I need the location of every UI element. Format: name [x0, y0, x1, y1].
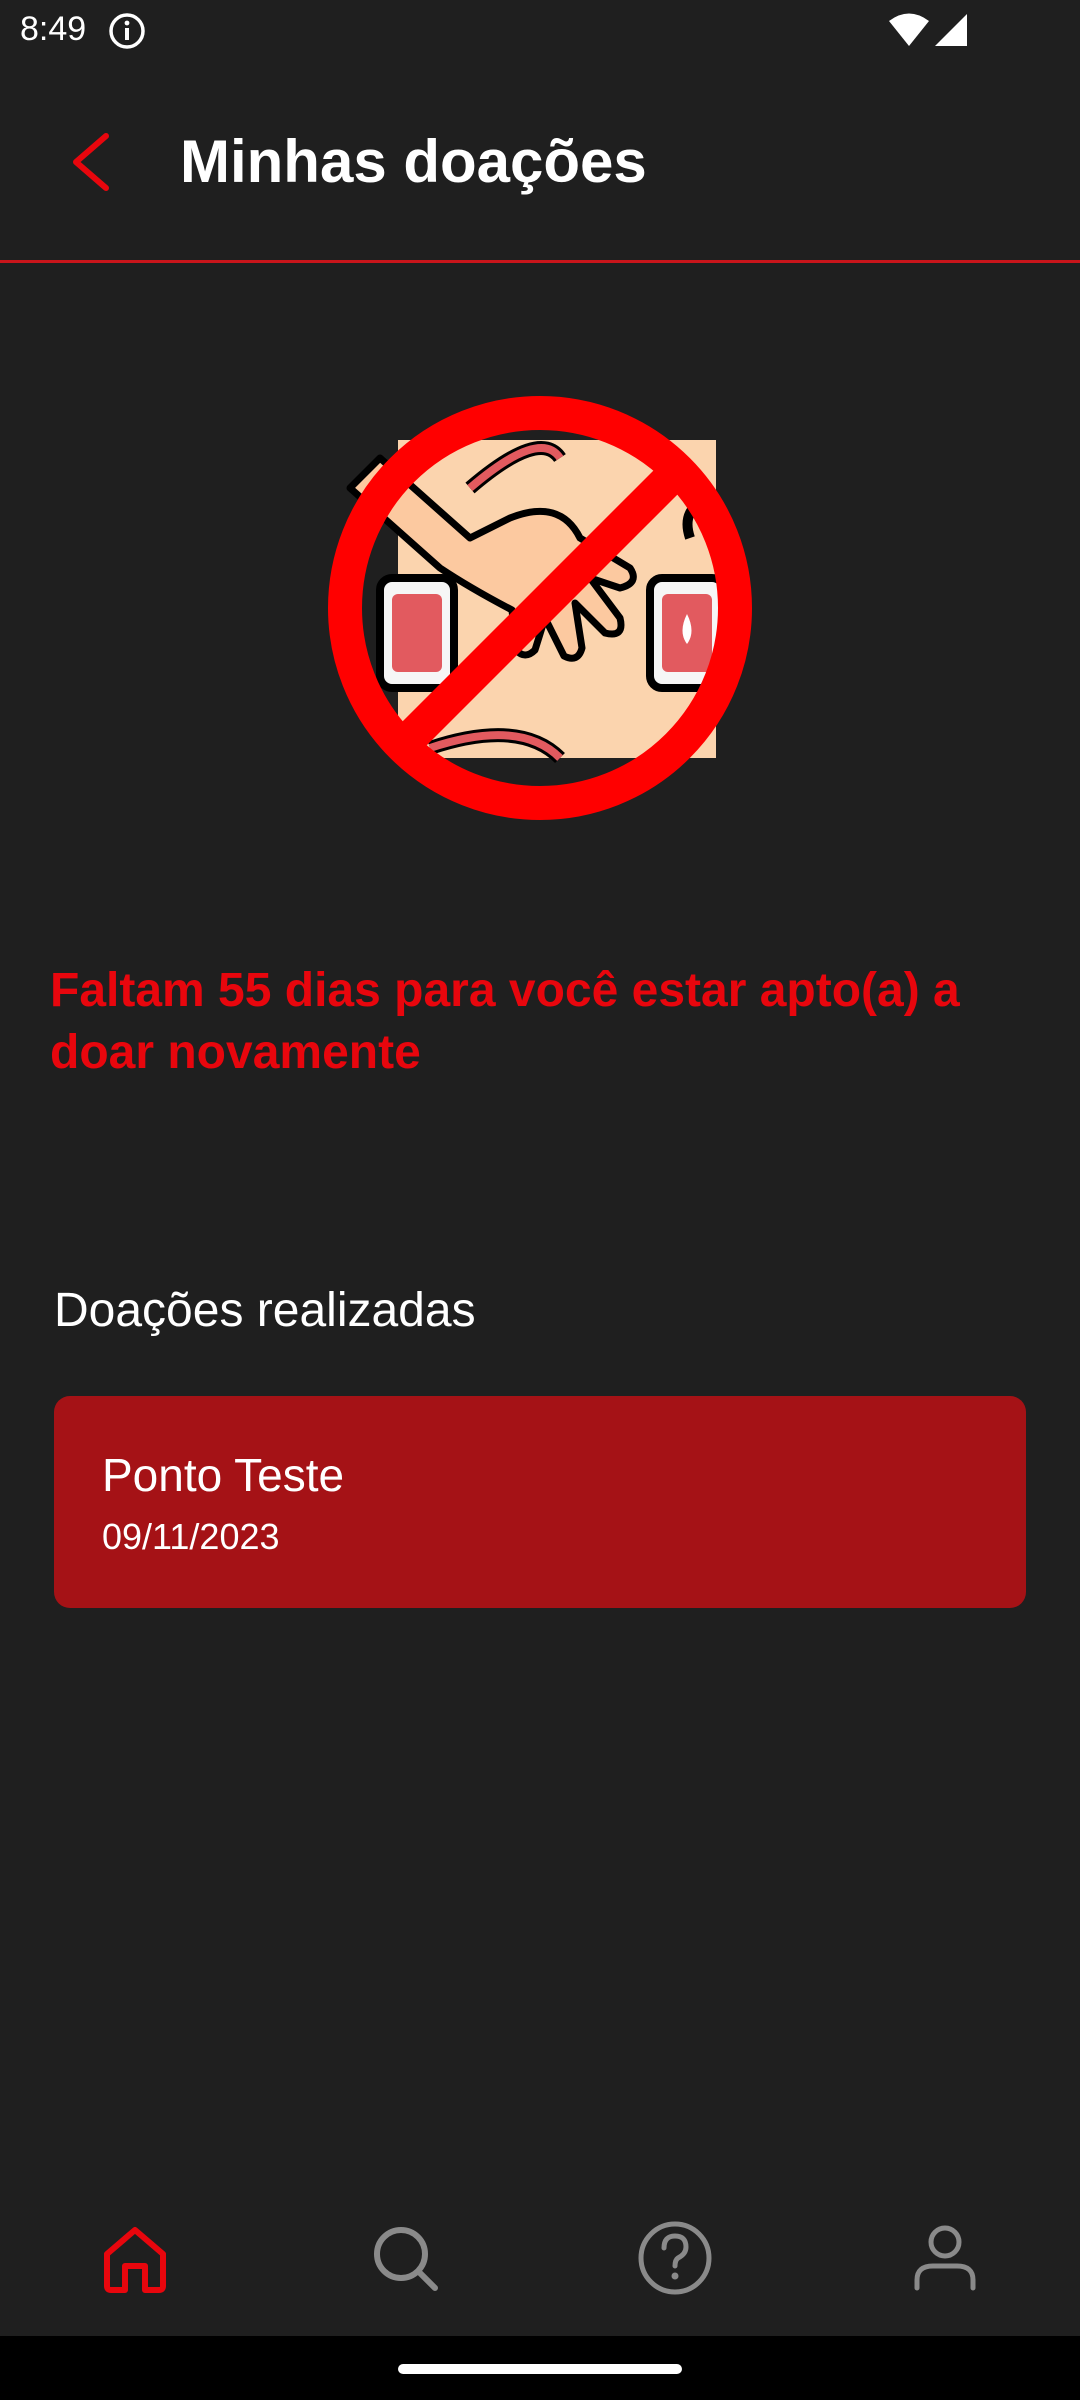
page-title: Minhas doações — [180, 128, 647, 195]
nav-help[interactable] — [540, 2180, 810, 2336]
profile-icon — [914, 2225, 976, 2291]
donation-date: 09/11/2023 — [102, 1516, 280, 1557]
nav-home[interactable] — [0, 2180, 270, 2336]
section-title-donations: Doações realizadas — [54, 1284, 476, 1337]
nav-profile[interactable] — [810, 2180, 1080, 2336]
back-button[interactable] — [60, 122, 124, 202]
nav-search[interactable] — [270, 2180, 540, 2336]
donation-card[interactable]: Ponto Teste 09/11/2023 — [54, 1396, 1026, 1608]
help-icon — [638, 2221, 712, 2295]
chevron-left-icon — [73, 133, 109, 191]
status-bar: 8:49 — [0, 0, 1080, 62]
gesture-handle[interactable] — [398, 2364, 682, 2374]
home-icon — [104, 2227, 166, 2293]
donation-place: Ponto Teste — [102, 1449, 345, 1501]
wifi-icon — [889, 13, 929, 46]
eligibility-alert: Faltam 55 dias para você estar apto(a) a… — [50, 964, 960, 1079]
bottom-navigation — [0, 2180, 1080, 2336]
status-time: 8:49 — [20, 10, 87, 48]
info-icon — [109, 13, 145, 49]
no-blood-donation-icon — [320, 388, 760, 828]
search-icon — [374, 2227, 438, 2291]
signal-icon — [935, 14, 967, 46]
